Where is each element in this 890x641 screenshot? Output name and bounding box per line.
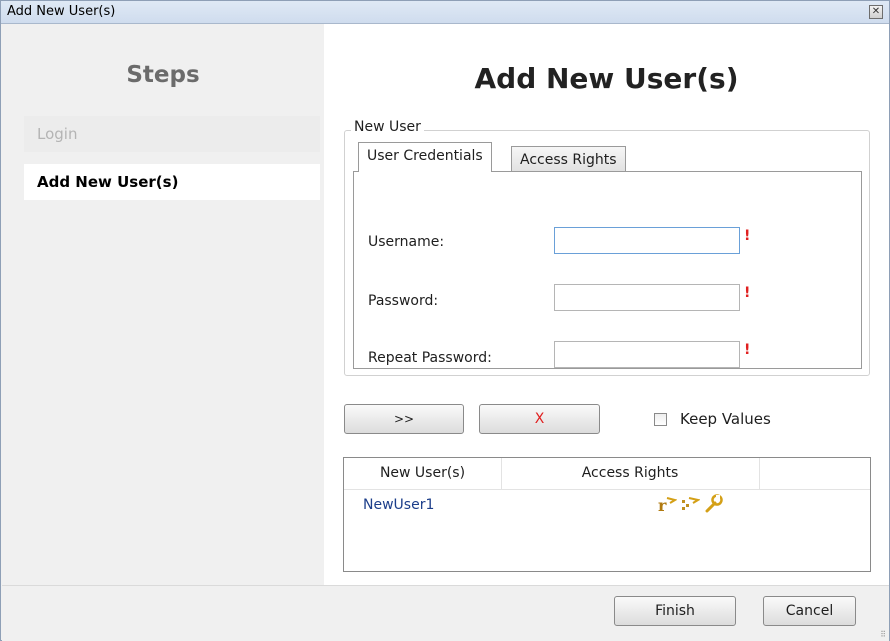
username-input[interactable] [554,227,740,254]
dialog-footer: Finish Cancel ⠿ [2,585,889,641]
cancel-button[interactable]: Cancel [763,596,856,626]
tab-access-rights[interactable]: Access Rights [511,146,626,173]
page-title: Add New User(s) [474,62,739,95]
repeat-password-label: Repeat Password: [368,350,492,366]
close-icon[interactable]: ✕ [869,5,883,19]
tab-user-credentials[interactable]: User Credentials [358,142,492,172]
password-label: Password: [368,293,439,309]
new-user-group-title: New User [351,119,424,135]
admin-wrench-icon[interactable] [704,494,724,514]
repeat-password-input[interactable] [554,341,740,368]
keep-values-checkbox[interactable] [654,413,667,426]
grid-header: New User(s) Access Rights [344,458,870,490]
keep-values-label[interactable]: Keep Values [680,410,771,428]
steps-title: Steps [126,62,200,88]
repeat-password-required-icon: ! [744,342,751,358]
column-new-users[interactable]: New User(s) [344,458,502,489]
title-bar[interactable]: Add New User(s) ✕ [1,1,889,24]
add-user-dialog: Add New User(s) ✕ Steps Login Add New Us… [0,0,890,641]
credentials-panel: Username: ! Password: ! Repeat Password:… [353,171,862,369]
password-required-icon: ! [744,285,751,301]
username-required-icon: ! [744,228,751,244]
new-users-grid[interactable]: New User(s) Access Rights NewUser1 r [343,457,871,572]
window-title: Add New User(s) [7,4,116,19]
password-input[interactable] [554,284,740,311]
grid-user-cell[interactable]: NewUser1 [363,497,434,513]
column-access-rights[interactable]: Access Rights [501,458,760,489]
username-label: Username: [368,234,445,250]
steps-sidebar: Steps Login Add New User(s) [2,24,324,585]
resize-grip-icon[interactable]: ⠿ [880,630,886,639]
write-rights-icon[interactable] [680,494,700,514]
main-panel: Add New User(s) New User User Credential… [324,24,889,585]
step-add-new-users: Add New User(s) [24,164,320,200]
finish-button[interactable]: Finish [614,596,736,626]
add-user-button[interactable]: >> [344,404,464,434]
step-login: Login [24,116,320,152]
svg-text:r: r [658,496,667,514]
read-rights-icon[interactable]: r [657,494,677,514]
remove-user-button[interactable]: X [479,404,600,434]
